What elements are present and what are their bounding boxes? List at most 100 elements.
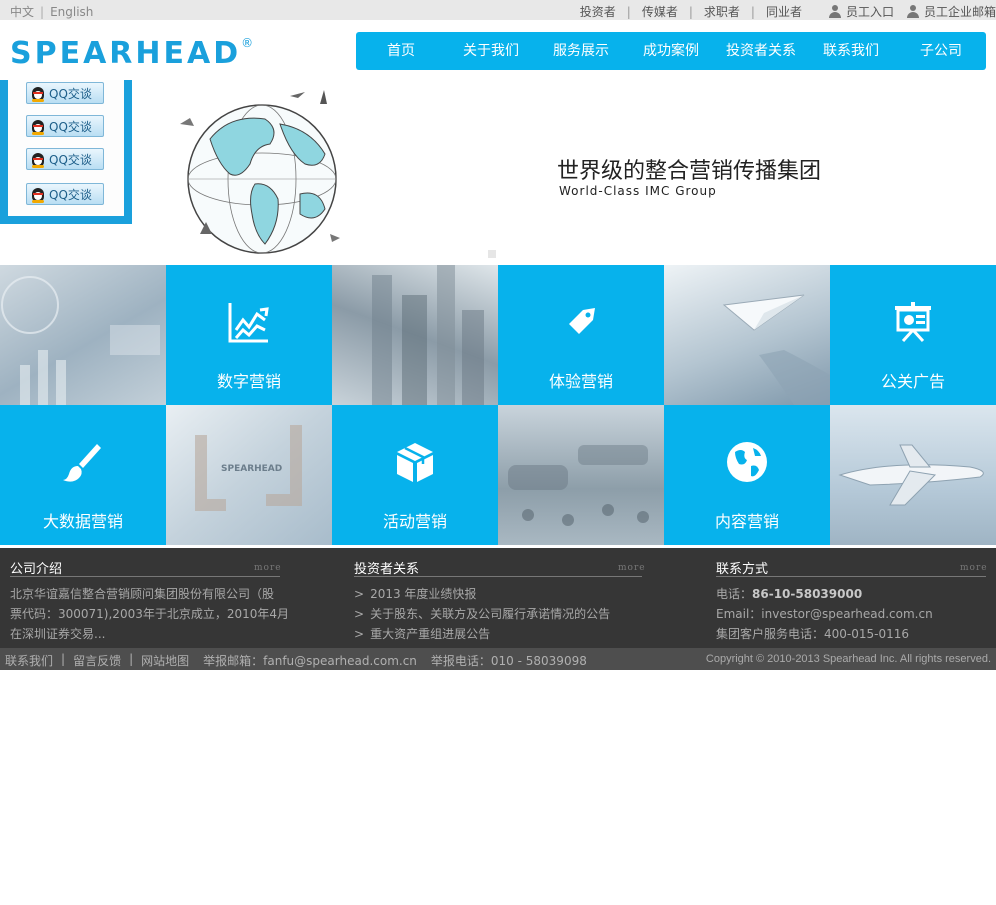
lang-english-link[interactable]: English — [50, 5, 93, 19]
hands-frame-photo: SPEARHEAD — [166, 405, 332, 545]
logo-text: SPEARHEAD — [10, 36, 242, 71]
slogan-chinese: 世界级的整合营销传播集团 — [557, 159, 822, 184]
divider — [10, 576, 280, 577]
bottom-bar: 联系我们 | 留言反馈 | 网站地图 举报邮箱：fanfu@spearhead.co… — [0, 648, 996, 670]
crowd-graphic — [508, 445, 649, 526]
divider: | — [750, 4, 755, 19]
service-grid: 数字营销 体验营销 公关广告 大数据营销 SPEARHEAD 活动营销 内容营销 — [0, 265, 996, 545]
buildings-graphic — [372, 265, 484, 405]
top-utility-bar: 中文 | English 投资者 | 传媒者 | 求职者 | 同业者 员工入口 员工企业邮… — [0, 0, 996, 20]
footer-investor-title: 投资者关系 — [354, 562, 420, 577]
nav-about[interactable]: 关于我们 — [446, 32, 536, 70]
lang-chinese-link[interactable]: 中文 — [10, 5, 34, 19]
language-switcher: 中文 | English — [10, 3, 93, 20]
paper-plane-photo — [664, 265, 830, 405]
investor-link[interactable]: 投资者 — [580, 3, 616, 20]
footer-about-title: 公司介绍 — [10, 562, 63, 577]
footer-about-text[interactable]: 北京华谊嘉信整合营销顾问集团股份有限公司（股 票代码：300071),2003年… — [10, 584, 289, 644]
airplane-graphic — [838, 444, 984, 506]
paper-plane-graphic — [722, 294, 830, 405]
qq-penguin-icon — [31, 151, 45, 168]
footer-contact-title: 联系方式 — [716, 562, 769, 577]
chart-graphic — [1, 276, 160, 405]
service-digital-marketing[interactable]: 数字营销 — [166, 265, 332, 405]
sitemap-link[interactable]: 网站地图 — [141, 652, 189, 669]
qq-penguin-icon — [31, 85, 45, 102]
globe-illustration — [180, 90, 340, 254]
divider: | — [626, 4, 631, 19]
service-label: 大数据营销 — [42, 512, 123, 531]
qq-penguin-icon — [31, 186, 45, 203]
service-label: 体验营销 — [548, 372, 613, 391]
more-link[interactable]: more — [618, 563, 646, 573]
user-icon — [828, 5, 842, 18]
about-line: 在深圳证券交易... — [10, 627, 106, 641]
divider — [354, 576, 642, 577]
divider: | — [129, 652, 134, 666]
crowd-event-photo — [498, 405, 664, 545]
divider — [716, 576, 986, 577]
service-label: 数字营销 — [216, 372, 281, 391]
service-pr-advertising[interactable]: 公关广告 — [830, 265, 996, 405]
user-icon — [906, 5, 920, 18]
contact-us-link[interactable]: 联系我们 — [5, 652, 53, 669]
box-icon — [397, 443, 433, 482]
spearhead-logo[interactable]: SPEARHEAD® — [10, 36, 253, 71]
divider: | — [61, 652, 66, 666]
chart-trend-icon — [228, 303, 269, 343]
qq-chat-button[interactable]: QQ交谈 — [26, 115, 104, 137]
more-link[interactable]: more — [254, 563, 282, 573]
hands-frame-logo-text: SPEARHEAD — [221, 464, 282, 474]
more-link[interactable]: more — [960, 563, 988, 573]
service-event-marketing[interactable]: 活动营销 — [332, 405, 498, 545]
investor-news-item[interactable]: > 重大资产重组进展公告 — [354, 624, 610, 644]
service-experience-marketing[interactable]: 体验营销 — [498, 265, 664, 405]
contact-email[interactable]: Email：investor@spearhead.com.cn — [716, 604, 933, 624]
qq-button-label: QQ交谈 — [49, 152, 92, 167]
registered-mark: ® — [241, 36, 254, 50]
qq-chat-button[interactable]: QQ交谈 — [26, 82, 104, 104]
service-label: 公关广告 — [880, 372, 945, 391]
nav-home[interactable]: 首页 — [356, 32, 446, 70]
investor-news-item[interactable]: >2013 年度业绩快报 — [354, 584, 610, 604]
employee-mail-label: 员工企业邮箱 — [923, 5, 996, 19]
report-email[interactable]: 举报邮箱：fanfu@spearhead.com.cn — [203, 652, 417, 669]
qq-panel-inner: QQ交谈 QQ交谈 QQ交谈 QQ交谈 — [8, 80, 124, 216]
divider: | — [688, 4, 693, 19]
nav-investor[interactable]: 投资者关系 — [716, 32, 806, 70]
qq-chat-panel: QQ交谈 QQ交谈 QQ交谈 QQ交谈 — [0, 80, 132, 224]
service-label: 活动营销 — [382, 512, 447, 531]
qq-penguin-icon — [31, 118, 45, 135]
qq-button-label: QQ交谈 — [49, 187, 92, 202]
qq-chat-button[interactable]: QQ交谈 — [26, 183, 104, 205]
slogan-english: World-Class IMC Group — [559, 184, 717, 198]
qq-chat-button[interactable]: QQ交谈 — [26, 148, 104, 170]
investor-news-list: >2013 年度业绩快报 > 关于股东、关联方及公司履行承诺情况的公告 > 重大资产… — [354, 584, 610, 644]
copyright: Copyright © 2010-2013 Spearhead Inc. All… — [705, 653, 991, 665]
employee-mail-link[interactable]: 员工企业邮箱 — [906, 3, 996, 20]
nav-contact[interactable]: 联系我们 — [806, 32, 896, 70]
media-link[interactable]: 传媒者 — [642, 3, 678, 20]
divider: | — [40, 5, 45, 19]
contact-phone: 电话：86-10-58039000 — [716, 587, 863, 601]
jobseeker-link[interactable]: 求职者 — [704, 3, 740, 20]
slider-indicator[interactable] — [488, 250, 496, 258]
city-aerial-photo — [332, 265, 498, 405]
contact-details: 电话：86-10-58039000 Email：investor@spearhe… — [716, 584, 933, 644]
footer-info: 公司介绍 more 北京华谊嘉信整合营销顾问集团股份有限公司（股 票代码：300… — [0, 548, 996, 648]
investor-news-item[interactable]: > 关于股东、关联方及公司履行承诺情况的公告 — [354, 604, 610, 624]
hands-graphic: SPEARHEAD — [195, 425, 302, 511]
main-nav: 首页 关于我们 服务展示 成功案例 投资者关系 联系我们 子公司 — [356, 32, 986, 70]
employee-login-link[interactable]: 员工入口 — [828, 3, 894, 20]
tag-icon — [569, 308, 595, 334]
service-content-marketing[interactable]: 内容营销 — [664, 405, 830, 545]
nav-cases[interactable]: 成功案例 — [626, 32, 716, 70]
feedback-link[interactable]: 留言反馈 — [73, 652, 121, 669]
nav-subsidiary[interactable]: 子公司 — [896, 32, 986, 70]
peer-link[interactable]: 同业者 — [766, 3, 802, 20]
bottom-links: 联系我们 | 留言反馈 | 网站地图 举报邮箱：fanfu@spearhead.co… — [5, 652, 587, 669]
qq-button-label: QQ交谈 — [49, 119, 92, 134]
service-big-data-marketing[interactable]: 大数据营销 — [0, 405, 166, 545]
report-phone: 举报电话：010 - 58039098 — [430, 654, 587, 668]
nav-services[interactable]: 服务展示 — [536, 32, 626, 70]
